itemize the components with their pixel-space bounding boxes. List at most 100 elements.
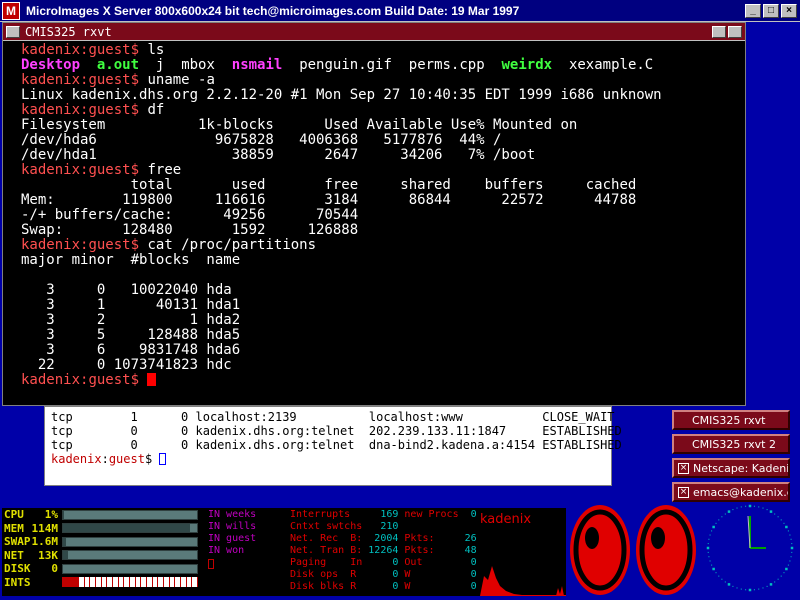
stat-value: 26 — [458, 533, 477, 544]
clock-tick — [721, 578, 723, 580]
rxvt-iconify-button[interactable] — [712, 25, 726, 38]
output-line: 3 5 128488 hda5 — [21, 327, 241, 343]
clock-tick — [774, 581, 776, 583]
clock-tick — [789, 534, 791, 536]
stat-label: Pkts: — [404, 545, 459, 556]
stat-label — [404, 521, 458, 532]
monitor-value: 114M — [31, 521, 59, 535]
clock-tick — [715, 522, 717, 524]
window-menu-button[interactable] — [6, 25, 20, 38]
ls-entry: j — [155, 57, 165, 73]
ls-entry: weirdx — [501, 57, 553, 73]
stats-row: Net. Tran B: 12264 Pkts: 48 — [290, 545, 478, 557]
task-button[interactable]: × Netscape: Kadeni — [672, 458, 790, 478]
stat-value: 0 — [458, 581, 477, 592]
clock-tick — [791, 551, 793, 553]
monitor-label: NET 13K — [2, 549, 62, 562]
monitor-bar — [62, 550, 198, 561]
clock-tick — [732, 509, 734, 511]
prompt-end: $ — [130, 162, 148, 178]
clock-tick — [740, 588, 742, 590]
output-line: 3 2 1 hda2 — [21, 312, 241, 328]
terminal-output[interactable]: kadenix:guest$ ls Desktop a.out j mbox ns… — [3, 41, 745, 388]
monitor-name: NET — [4, 548, 24, 562]
terminal-line: kadenix:guest$ df — [21, 103, 745, 118]
monitor-row: DISK 0 — [2, 562, 206, 576]
netstat-line: tcp 0 0 kadenix.dhs.org:telnet 202.239.1… — [51, 424, 622, 438]
task-button[interactable]: CMIS325 rxvt 2 — [672, 434, 790, 454]
interrupt-cell — [192, 577, 199, 588]
clock-tick — [790, 546, 794, 550]
load-host-label: kadenix — [480, 512, 532, 527]
prompt-end: $ — [130, 42, 148, 58]
stat-label: Disk blks R — [290, 581, 369, 592]
system-monitor: CPU 1% MEM 114M SWAP 1.6M NET 13K DISK 0 INTS — [2, 508, 206, 596]
stat-label: new Procs — [404, 509, 459, 520]
user-entry: IN won — [208, 545, 245, 556]
prompt-sep: : — [101, 452, 109, 466]
rxvt-window[interactable]: CMIS325 rxvt kadenix:guest$ ls Desktop a.… — [2, 22, 746, 406]
monitor-label: DISK 0 — [2, 562, 62, 575]
monitor-row: NET 13K — [2, 549, 206, 563]
clock-tick — [791, 543, 793, 545]
prompt-end: $ — [130, 372, 148, 388]
ls-output-line: Desktop a.out j mbox nsmail penguin.gif … — [21, 58, 745, 73]
stat-label: Paging In — [290, 557, 369, 568]
ls-entry: mbox — [181, 57, 215, 73]
rxvt-maximize-button[interactable] — [728, 25, 742, 38]
command-text: ls — [147, 42, 165, 58]
clock-tick — [708, 556, 710, 558]
monitor-row: CPU 1% — [2, 508, 206, 522]
stat-value: 2004 — [368, 533, 405, 544]
iconified-window-icon: × — [678, 462, 689, 474]
prompt-user: kadenix — [21, 42, 81, 58]
clock-tick — [762, 507, 764, 509]
monitor-row: INTS — [2, 576, 206, 590]
clock-tick — [712, 567, 715, 571]
clock-tick — [718, 575, 720, 577]
minimize-button[interactable]: _ — [745, 3, 761, 18]
prompt-end: $ — [144, 452, 160, 466]
stats-row: Paging In 0 Out 0 — [290, 557, 478, 569]
stat-value: 0 — [368, 557, 405, 568]
clock-tick — [718, 519, 720, 521]
system-stats: Interrupts 169 new Procs 0 Cntxt swtchs 2… — [288, 508, 478, 596]
task-button[interactable]: CMIS325 rxvt — [672, 410, 790, 430]
user-entry: IN guest — [208, 533, 257, 544]
stats-row: Cntxt swtchs 210 — [290, 521, 478, 533]
terminal-line: kadenix:guest$ — [21, 373, 745, 388]
xterm-window-2[interactable]: tcp 1 0 localhost:2139 localhost:www CLO… — [44, 406, 622, 486]
output-line: Swap: 128480 1592 126888 — [21, 222, 359, 238]
ls-entry: Desktop — [21, 57, 81, 73]
stat-value: 0 — [458, 557, 477, 568]
output-line: /dev/hda6 9675828 4006368 5177876 44% / — [21, 132, 502, 148]
monitor-label: CPU 1% — [2, 508, 62, 521]
monitor-label: MEM 114M — [2, 522, 62, 535]
close-button[interactable]: × — [781, 3, 797, 18]
xserver-titlebar[interactable]: M MicroImages X Server 800x600x24 bit te… — [0, 0, 800, 22]
clock-tick — [774, 513, 776, 515]
monitor-bar-fill — [63, 551, 69, 560]
terminal-line: kadenix:guest$ ls — [21, 43, 745, 58]
microimages-logo-icon[interactable]: M — [2, 1, 20, 20]
ls-entry: nsmail — [231, 57, 283, 73]
maximize-button[interactable]: □ — [763, 3, 779, 18]
clock-tick — [790, 538, 792, 540]
task-label: Netscape: Kadeni — [693, 461, 790, 475]
output-line: total used free shared buffers cached — [21, 177, 637, 193]
clock-tick — [711, 564, 713, 566]
prompt-end: $ — [130, 102, 148, 118]
stats-row: Interrupts 169 new Procs 0 — [290, 509, 478, 521]
clock-tick — [766, 509, 768, 511]
clock-tick — [758, 588, 760, 590]
stat-value: 210 — [368, 521, 405, 532]
monitor-bar-fill — [63, 524, 191, 533]
iconified-window-icon: × — [678, 486, 689, 498]
clock-tick — [790, 556, 792, 558]
command-text: uname -a — [147, 72, 215, 88]
output-line: Mem: 119800 116616 3184 86844 22572 4478… — [21, 192, 637, 208]
rxvt-titlebar[interactable]: CMIS325 rxvt — [3, 23, 745, 41]
monitor-name: DISK — [4, 562, 31, 576]
task-label: CMIS325 rxvt 2 — [692, 437, 776, 451]
